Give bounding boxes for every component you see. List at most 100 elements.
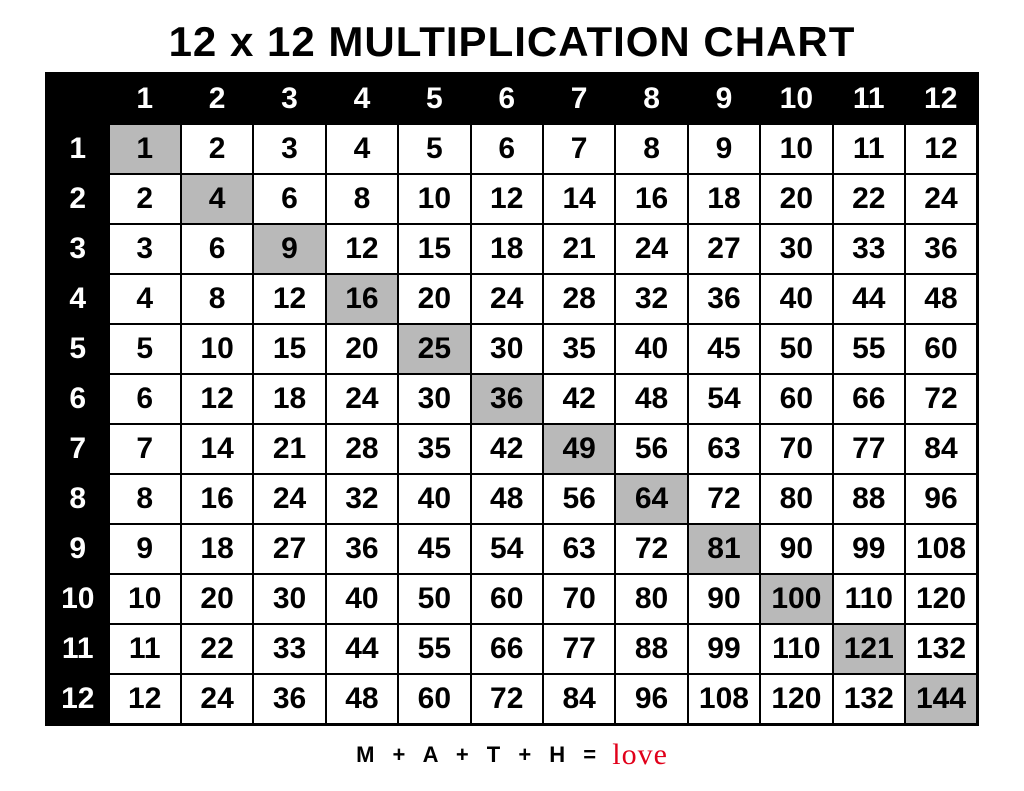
diagonal-cell: 144 bbox=[905, 674, 978, 725]
product-cell: 22 bbox=[181, 624, 253, 674]
diagonal-cell: 1 bbox=[109, 124, 181, 174]
product-cell: 120 bbox=[905, 574, 978, 624]
product-cell: 42 bbox=[471, 424, 543, 474]
product-cell: 8 bbox=[326, 174, 398, 224]
product-cell: 20 bbox=[760, 174, 832, 224]
product-cell: 80 bbox=[615, 574, 687, 624]
page-title: 12 x 12 MULTIPLICATION CHART bbox=[45, 18, 979, 66]
product-cell: 40 bbox=[326, 574, 398, 624]
product-cell: 16 bbox=[181, 474, 253, 524]
product-cell: 55 bbox=[833, 324, 905, 374]
product-cell: 11 bbox=[833, 124, 905, 174]
product-cell: 33 bbox=[833, 224, 905, 274]
product-cell: 24 bbox=[181, 674, 253, 725]
product-cell: 110 bbox=[833, 574, 905, 624]
product-cell: 28 bbox=[543, 274, 615, 324]
product-cell: 2 bbox=[181, 124, 253, 174]
product-cell: 10 bbox=[398, 174, 470, 224]
product-cell: 2 bbox=[109, 174, 181, 224]
diagonal-cell: 81 bbox=[688, 524, 760, 574]
product-cell: 60 bbox=[905, 324, 978, 374]
row-header: 1 bbox=[47, 124, 109, 174]
product-cell: 18 bbox=[181, 524, 253, 574]
product-cell: 20 bbox=[398, 274, 470, 324]
product-cell: 48 bbox=[326, 674, 398, 725]
product-cell: 96 bbox=[615, 674, 687, 725]
footer-prefix: M + A + T + H = bbox=[356, 742, 614, 767]
product-cell: 22 bbox=[833, 174, 905, 224]
product-cell: 54 bbox=[471, 524, 543, 574]
product-cell: 66 bbox=[471, 624, 543, 674]
row-header: 12 bbox=[47, 674, 109, 725]
product-cell: 12 bbox=[326, 224, 398, 274]
product-cell: 132 bbox=[905, 624, 978, 674]
row-header: 2 bbox=[47, 174, 109, 224]
product-cell: 24 bbox=[471, 274, 543, 324]
product-cell: 15 bbox=[253, 324, 325, 374]
product-cell: 35 bbox=[543, 324, 615, 374]
product-cell: 36 bbox=[326, 524, 398, 574]
product-cell: 132 bbox=[833, 674, 905, 725]
product-cell: 11 bbox=[109, 624, 181, 674]
product-cell: 6 bbox=[253, 174, 325, 224]
product-cell: 12 bbox=[905, 124, 978, 174]
product-cell: 90 bbox=[688, 574, 760, 624]
product-cell: 16 bbox=[615, 174, 687, 224]
product-cell: 110 bbox=[760, 624, 832, 674]
product-cell: 70 bbox=[760, 424, 832, 474]
product-cell: 42 bbox=[543, 374, 615, 424]
product-cell: 21 bbox=[543, 224, 615, 274]
product-cell: 12 bbox=[253, 274, 325, 324]
col-header: 2 bbox=[181, 74, 253, 125]
product-cell: 10 bbox=[760, 124, 832, 174]
product-cell: 35 bbox=[398, 424, 470, 474]
col-header: 8 bbox=[615, 74, 687, 125]
product-cell: 88 bbox=[615, 624, 687, 674]
col-header: 10 bbox=[760, 74, 832, 125]
product-cell: 72 bbox=[471, 674, 543, 725]
product-cell: 50 bbox=[760, 324, 832, 374]
product-cell: 6 bbox=[471, 124, 543, 174]
product-cell: 36 bbox=[253, 674, 325, 725]
product-cell: 18 bbox=[688, 174, 760, 224]
product-cell: 8 bbox=[615, 124, 687, 174]
product-cell: 4 bbox=[109, 274, 181, 324]
product-cell: 88 bbox=[833, 474, 905, 524]
product-cell: 108 bbox=[905, 524, 978, 574]
product-cell: 66 bbox=[833, 374, 905, 424]
diagonal-cell: 4 bbox=[181, 174, 253, 224]
product-cell: 72 bbox=[615, 524, 687, 574]
product-cell: 60 bbox=[760, 374, 832, 424]
product-cell: 24 bbox=[615, 224, 687, 274]
product-cell: 20 bbox=[181, 574, 253, 624]
row-header: 11 bbox=[47, 624, 109, 674]
row-header: 3 bbox=[47, 224, 109, 274]
product-cell: 36 bbox=[905, 224, 978, 274]
col-header: 4 bbox=[326, 74, 398, 125]
product-cell: 14 bbox=[543, 174, 615, 224]
row-header: 5 bbox=[47, 324, 109, 374]
product-cell: 7 bbox=[543, 124, 615, 174]
row-header: 7 bbox=[47, 424, 109, 474]
product-cell: 45 bbox=[398, 524, 470, 574]
col-header: 7 bbox=[543, 74, 615, 125]
product-cell: 60 bbox=[398, 674, 470, 725]
product-cell: 20 bbox=[326, 324, 398, 374]
product-cell: 30 bbox=[253, 574, 325, 624]
product-cell: 28 bbox=[326, 424, 398, 474]
product-cell: 96 bbox=[905, 474, 978, 524]
product-cell: 44 bbox=[326, 624, 398, 674]
product-cell: 32 bbox=[615, 274, 687, 324]
product-cell: 6 bbox=[109, 374, 181, 424]
product-cell: 99 bbox=[688, 624, 760, 674]
product-cell: 50 bbox=[398, 574, 470, 624]
product-cell: 77 bbox=[543, 624, 615, 674]
corner-cell bbox=[47, 74, 109, 125]
diagonal-cell: 49 bbox=[543, 424, 615, 474]
col-header: 11 bbox=[833, 74, 905, 125]
product-cell: 40 bbox=[615, 324, 687, 374]
product-cell: 24 bbox=[326, 374, 398, 424]
col-header: 1 bbox=[109, 74, 181, 125]
product-cell: 70 bbox=[543, 574, 615, 624]
product-cell: 10 bbox=[109, 574, 181, 624]
